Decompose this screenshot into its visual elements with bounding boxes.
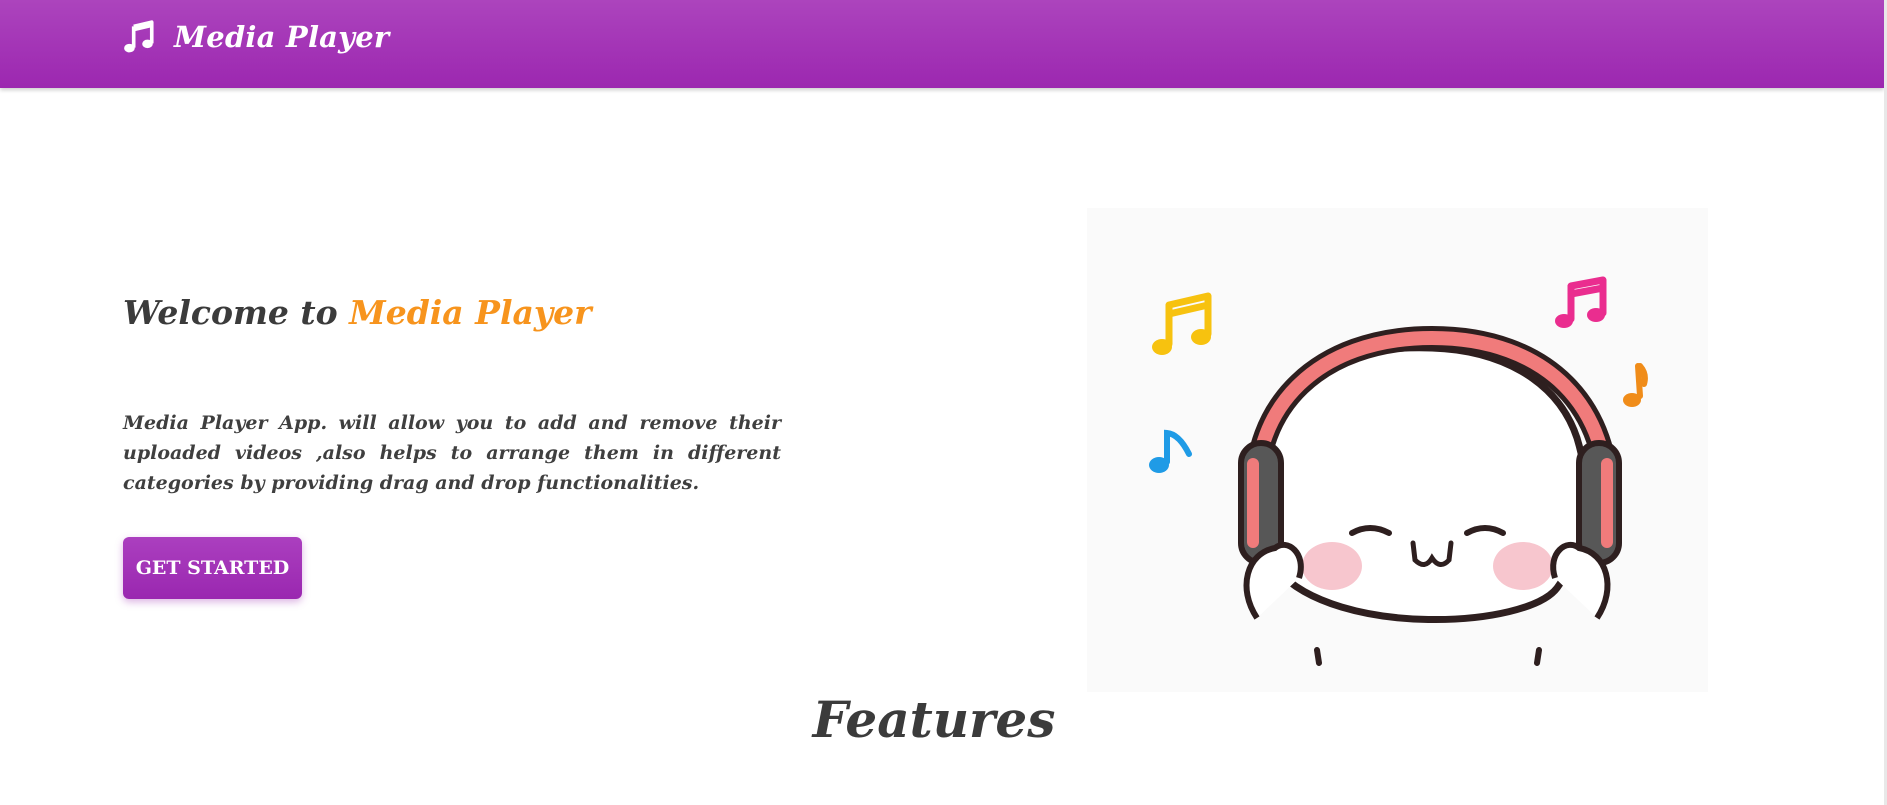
get-started-button[interactable]: GET STARTED [123,537,302,599]
music-note-icon [124,20,154,53]
brand-link[interactable]: Media Player [122,20,389,54]
blue-music-note-icon [1149,429,1192,473]
hero-title-prefix: Welcome to [123,293,338,332]
hero-title: Welcome to Media Player [123,293,591,332]
features-heading: Features [812,690,1056,749]
pink-music-note-icon [1555,276,1607,328]
hero-illustration [1087,208,1708,692]
navbar: Media Player [0,0,1884,88]
hero-title-highlight: Media Player [349,293,592,332]
brand-title: Media Player [174,20,390,54]
headphone-bear-illustration [1149,276,1648,666]
hero-description: Media Player App. will allow you to add … [123,412,781,494]
yellow-music-note-icon [1152,292,1212,355]
orange-music-note-icon [1623,363,1648,407]
page: Media Player Welcome to Media Player Med… [0,0,1887,805]
